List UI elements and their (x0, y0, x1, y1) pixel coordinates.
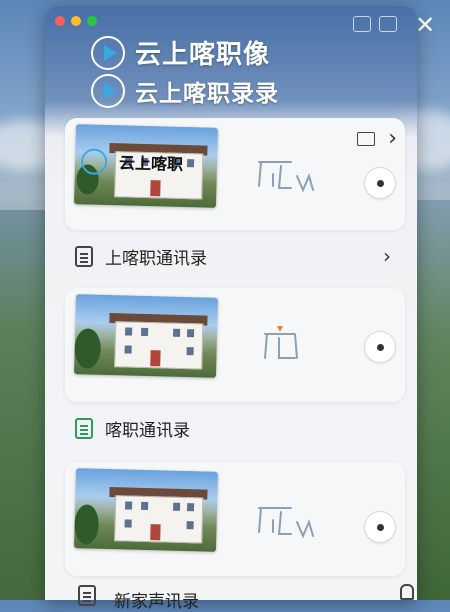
document-icon (78, 585, 96, 606)
signature-logo-icon (264, 326, 298, 359)
house-window (124, 519, 132, 528)
window-close-button[interactable] (55, 16, 65, 26)
house-door (150, 524, 161, 541)
signature-logo-icon (258, 161, 314, 193)
play-icon[interactable] (91, 74, 125, 108)
play-icon (80, 148, 108, 175)
document-icon (75, 245, 93, 267)
video-card-1[interactable]: 云上喀职 › (65, 118, 405, 230)
folder-icon[interactable] (357, 132, 375, 146)
house-window (186, 347, 194, 356)
chevron-right-icon[interactable]: › (388, 126, 397, 151)
window-minimize-button[interactable] (71, 16, 81, 26)
house-window (125, 327, 133, 336)
select-radio[interactable] (365, 512, 395, 542)
tree-shape (74, 504, 100, 545)
chevron-right-icon[interactable]: › (383, 244, 391, 268)
page-title: 云上喀职像 (135, 40, 271, 70)
video-thumbnail (73, 468, 219, 552)
house-window (186, 503, 195, 512)
house-window (124, 345, 132, 354)
house-window (141, 327, 149, 337)
tree-shape (74, 328, 102, 369)
house-window (172, 328, 181, 337)
header-title-row: 云上喀职像 (91, 34, 270, 71)
house-window (186, 521, 194, 530)
lock-icon[interactable] (400, 584, 414, 600)
house-window (141, 501, 149, 511)
section-row-1[interactable]: 上喀职通讯录 › (75, 242, 395, 270)
house-door (150, 180, 161, 197)
video-card-3[interactable] (65, 462, 405, 576)
video-thumbnail (73, 294, 219, 378)
section-row-2[interactable]: 喀职通讯录 (75, 414, 395, 442)
window-zoom-button[interactable] (87, 16, 97, 26)
header-subtitle-row: 云上喀职录录 (91, 74, 279, 108)
app-window: 云上喀职像 云上喀职录录 云上喀职 › 上喀职通讯录 › 喀职通讯录 (45, 6, 417, 600)
page-subtitle: 云上喀职录录 (135, 81, 279, 107)
house-window (172, 502, 181, 511)
video-thumbnail: 云上喀职 (73, 124, 219, 208)
thumbnail-overlay-text: 云上喀职 (118, 153, 184, 174)
house-window (186, 329, 195, 338)
video-card-2[interactable] (65, 288, 405, 402)
section-label: 喀职通讯录 (105, 420, 190, 441)
house-window (125, 501, 133, 510)
document-icon (75, 417, 93, 439)
window-controls (55, 16, 97, 26)
house-door (150, 350, 161, 367)
section-label: 上喀职通讯录 (105, 248, 207, 269)
window-tools (353, 16, 397, 32)
play-icon[interactable] (91, 35, 125, 70)
select-radio[interactable] (365, 332, 395, 362)
signature-logo-icon (258, 507, 314, 539)
house-window (186, 159, 195, 168)
share-icon[interactable] (379, 16, 397, 32)
select-radio[interactable] (365, 168, 395, 198)
copy-icon[interactable] (353, 16, 371, 32)
